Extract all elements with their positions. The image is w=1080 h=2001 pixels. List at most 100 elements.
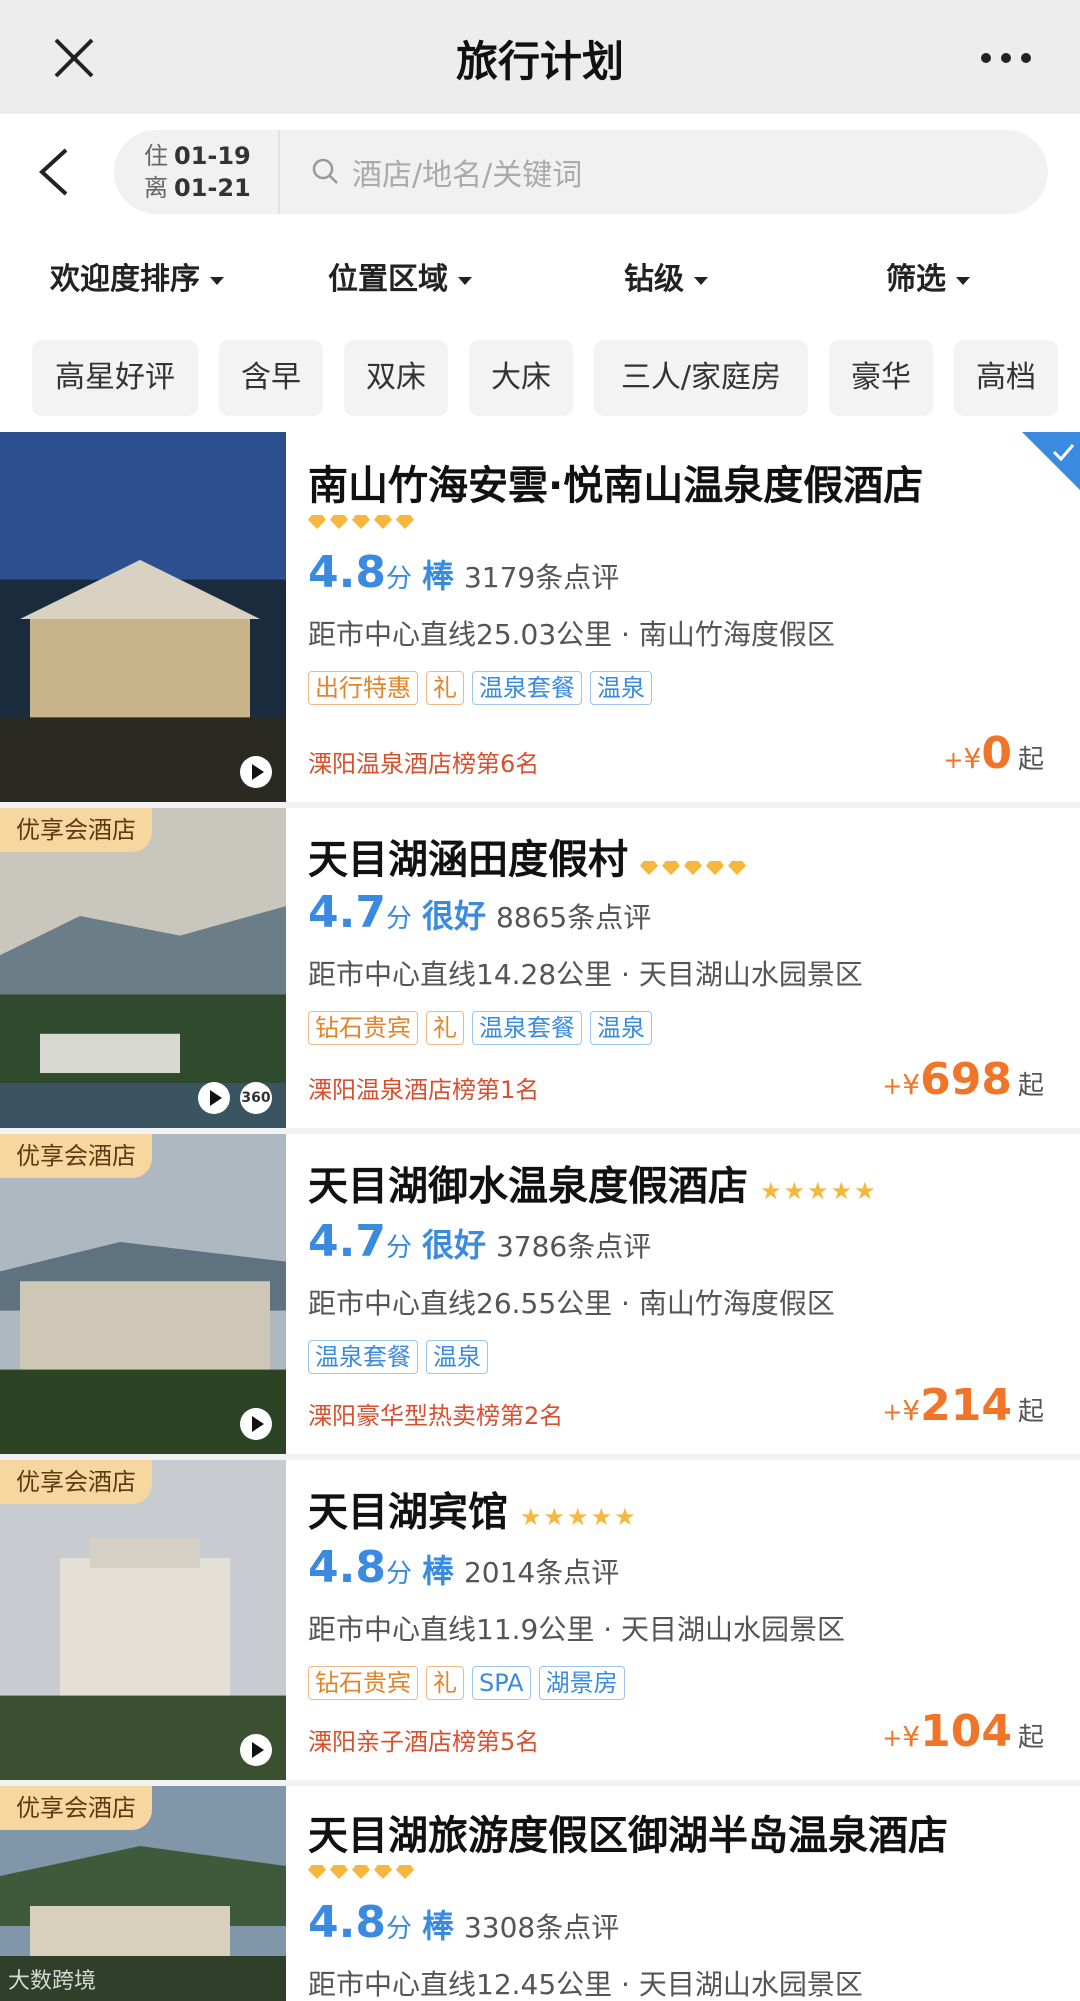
tags: 钻石贵宾礼 SPA 湖景房 (308, 1666, 1044, 1702)
tag: 礼 (426, 1666, 464, 1700)
caret-down-icon (458, 276, 472, 285)
distance: 距市中心直线26.55公里 · 南山竹海度假区 (308, 1287, 835, 1320)
search-box[interactable]: 住 01-19 离 01-21 酒店/地名/关键词 (114, 130, 1048, 214)
grade: 很好 (421, 897, 486, 935)
checkin-label: 住 (144, 142, 168, 170)
hotel-name: 天目湖涵田度假村 (308, 837, 628, 883)
date-range[interactable]: 住 01-19 离 01-21 (144, 140, 251, 204)
hotel-photo[interactable] (0, 432, 286, 802)
score-line: 4.7分 很好 8865条点评 (308, 887, 652, 938)
price: +¥104 起 (882, 1706, 1044, 1757)
play-video-icon[interactable] (240, 1734, 272, 1766)
search-divider (278, 130, 280, 214)
diamond-icon (396, 1865, 414, 1879)
price-amount: 698 (920, 1054, 1012, 1105)
diamond-icon (662, 861, 680, 875)
score: 4.7 (308, 1216, 386, 1267)
hotel-photo[interactable]: 优享会酒店 大数跨境 (0, 1786, 286, 2001)
diamond-icon (308, 1865, 326, 1879)
hotel-card[interactable]: 南山竹海安雲·悦南山温泉度假酒店 4.8分棒 3179条点评 距市中心直线25.0… (0, 432, 1080, 808)
price-amount: 104 (920, 1706, 1012, 1757)
score-line: 4.8分棒 3308条点评 (308, 1897, 620, 1948)
hotel-info: 天目湖旅游度假区御湖半岛温泉酒店 4.8分棒 3308条点评 距市中心直线12.4… (308, 1786, 1044, 2001)
chip-twin-bed[interactable]: 双床 (344, 340, 448, 416)
chip-king-bed[interactable]: 大床 (469, 340, 573, 416)
hotel-card[interactable]: 优享会酒店 天目湖御水温泉度假酒店 ★★★★★ 4.7分 很好 3786条点评 距市中… (0, 1134, 1080, 1460)
review-count: 3308条点评 (463, 1911, 620, 1944)
diamond-icon (706, 861, 724, 875)
distance: 距市中心直线12.45公里 · 天目湖山水园景区 (308, 1968, 863, 2001)
chip-luxury[interactable]: 豪华 (829, 340, 933, 416)
ranking: 溧阳豪华型热卖榜第2名 (308, 1402, 564, 1430)
hotel-photo[interactable]: 优享会酒店 (0, 1460, 286, 1780)
review-count: 3179条点评 (463, 561, 620, 594)
chip-upscale[interactable]: 高档 (954, 340, 1058, 416)
sort-diamond-level[interactable]: 钻级 (624, 254, 708, 298)
diamond-icon (352, 1865, 370, 1879)
price: +¥214 起 (882, 1380, 1044, 1431)
more-icon[interactable] (976, 38, 1036, 78)
hotel-name: 天目湖旅游度假区御湖半岛温泉酒店 (308, 1813, 948, 1859)
caret-down-icon (694, 276, 708, 285)
score-line: 4.8分棒 3179条点评 (308, 547, 620, 598)
star-icon: ★ (590, 1503, 613, 1531)
page-title: 旅行计划 (455, 37, 624, 86)
chip-breakfast[interactable]: 含早 (219, 340, 323, 416)
grade: 棒 (421, 1907, 454, 1945)
tag: 温泉套餐 (472, 1011, 582, 1045)
play-video-icon[interactable] (240, 756, 272, 788)
diamond-icon (352, 515, 370, 529)
star-rating: ★★★★★ (520, 1486, 638, 1543)
hotel-photo[interactable]: 优享会酒店 (0, 1134, 286, 1454)
grade: 很好 (421, 1226, 486, 1264)
play-video-icon[interactable] (198, 1082, 230, 1114)
sort-filter[interactable]: 筛选 (886, 254, 970, 298)
grade: 棒 (421, 1552, 454, 1590)
star-icon: ★ (543, 1503, 566, 1531)
tag: 温泉套餐 (308, 1340, 418, 1374)
sort-location[interactable]: 位置区域 (328, 254, 472, 298)
star-icon: ★ (614, 1503, 636, 1531)
hotel-card[interactable]: 优享会酒店 大数跨境 天目湖旅游度假区御湖半岛温泉酒店 4.8分棒 3308条点评… (0, 1786, 1080, 2001)
star-rating: ★★★★★ (760, 1160, 878, 1217)
tag: 钻石贵宾 (308, 1666, 418, 1700)
distance: 距市中心直线25.03公里 · 南山竹海度假区 (308, 618, 835, 651)
hotel-name-line: 天目湖涵田度假村 (308, 834, 1044, 888)
price: +¥698 起 (882, 1054, 1044, 1105)
diamond-icon (640, 861, 658, 875)
hotel-info: 天目湖涵田度假村 4.7分 很好 8865条点评 距市中心直线14.28公里 · 天… (308, 808, 1044, 1105)
search-input[interactable]: 酒店/地名/关键词 (352, 150, 582, 194)
score: 4.8 (308, 547, 386, 598)
tag: 钻石贵宾 (308, 1011, 418, 1045)
diamond-icon (308, 515, 326, 529)
review-count: 2014条点评 (463, 1556, 620, 1589)
back-arrow-icon[interactable] (30, 144, 80, 200)
play-video-icon[interactable] (240, 1408, 272, 1440)
diamond-icon (684, 861, 702, 875)
sort-popularity[interactable]: 欢迎度排序 (50, 254, 224, 298)
hotel-card[interactable]: 优享会酒店 360 天目湖涵田度假村 4.7分 很好 8865条点评 距市中心直线1… (0, 808, 1080, 1134)
chip-high-star[interactable]: 高星好评 (32, 340, 198, 416)
hotel-name: 天目湖宾馆 (308, 1489, 508, 1536)
chip-family-room[interactable]: 三人/家庭房 (594, 340, 808, 416)
vip-hotel-badge: 优享会酒店 (0, 1134, 152, 1178)
star-icon: ★ (567, 1503, 589, 1531)
star-icon: ★ (830, 1177, 853, 1205)
score-line: 4.7分 很好 3786条点评 (308, 1216, 652, 1267)
diamond-icon (374, 515, 392, 529)
price-amount: 214 (920, 1380, 1012, 1431)
caret-down-icon (210, 276, 224, 285)
star-icon: ★ (520, 1503, 542, 1531)
tags: 温泉套餐 温泉 (308, 1340, 1044, 1376)
hotel-name-line: 天目湖御水温泉度假酒店 ★★★★★ (308, 1160, 1044, 1217)
checkout-label: 离 (144, 174, 168, 202)
diamond-rating (308, 1864, 1044, 1890)
hotel-card[interactable]: 优享会酒店 天目湖宾馆 ★★★★★ 4.8分棒 2014条点评 距市中心直线11.9… (0, 1460, 1080, 1786)
hotel-info: 天目湖御水温泉度假酒店 ★★★★★ 4.7分 很好 3786条点评 距市中心直线26.… (308, 1134, 1044, 1431)
view-360-icon[interactable]: 360 (240, 1082, 272, 1114)
ranking: 溧阳温泉酒店榜第1名 (308, 1076, 540, 1104)
hotel-photo[interactable]: 优享会酒店 360 (0, 808, 286, 1128)
diamond-icon (374, 1865, 392, 1879)
diamond-icon (330, 1865, 348, 1879)
price-amount: 0 (981, 728, 1012, 779)
